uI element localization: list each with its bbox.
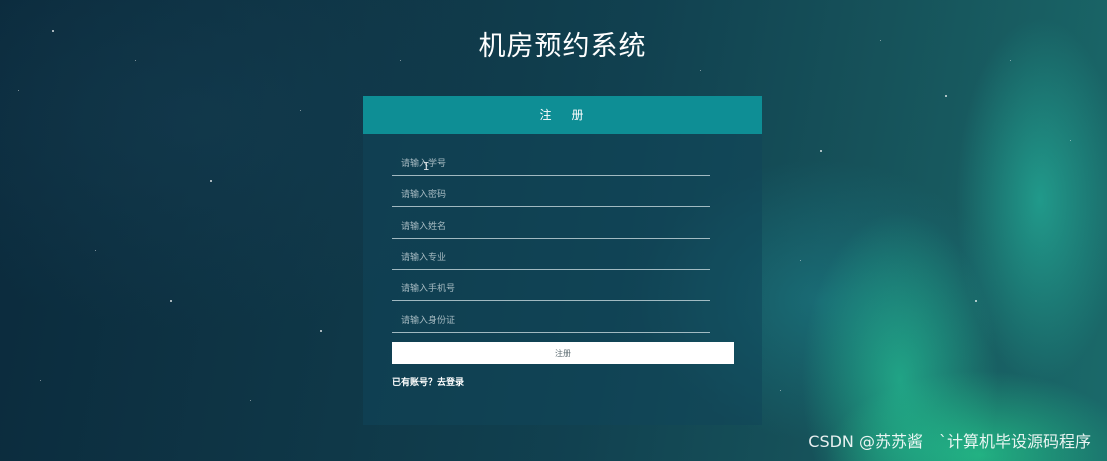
star [95, 250, 96, 251]
go-login-link[interactable]: 去登录 [437, 378, 464, 388]
watermark: CSDN @苏苏酱 `计算机毕设源码程序 [808, 432, 1091, 451]
page-title: 机房预约系统 [478, 31, 647, 62]
register-panel: 注册 注册 已有账号？去登录 [363, 96, 762, 425]
password-field [392, 182, 710, 207]
star [700, 70, 701, 71]
header-word-1: 注 [539, 108, 554, 122]
text-cursor-icon: I [423, 160, 430, 173]
star [170, 300, 172, 302]
major-input[interactable] [392, 246, 710, 270]
panel-header: 注册 [363, 96, 762, 134]
star [300, 110, 301, 111]
major-field [392, 245, 710, 270]
star [250, 400, 251, 401]
register-button[interactable]: 注册 [392, 342, 734, 364]
name-field [392, 214, 710, 239]
name-input[interactable] [392, 215, 710, 239]
header-word-2: 册 [571, 108, 586, 122]
star [945, 95, 947, 97]
student-id-input[interactable] [392, 152, 710, 176]
star [320, 330, 322, 332]
id-card-input[interactable] [392, 309, 710, 333]
star [780, 390, 781, 391]
login-prompt-line: 已有账号？去登录 [392, 375, 464, 388]
aurora-background: 机房预约系统 注册 注册 已有账号？去登录 I CSDN @苏苏酱 `计算机毕设… [0, 0, 1107, 461]
star [40, 380, 41, 381]
password-input[interactable] [392, 183, 710, 207]
star [18, 90, 19, 91]
phone-input[interactable] [392, 277, 710, 301]
phone-field [392, 276, 710, 301]
student-id-field [392, 151, 710, 176]
star [820, 150, 822, 152]
id-card-field [392, 308, 710, 333]
star [975, 300, 977, 302]
star [800, 260, 801, 261]
login-prompt: 已有账号？ [392, 378, 438, 388]
star [210, 180, 212, 182]
star [1070, 140, 1071, 141]
